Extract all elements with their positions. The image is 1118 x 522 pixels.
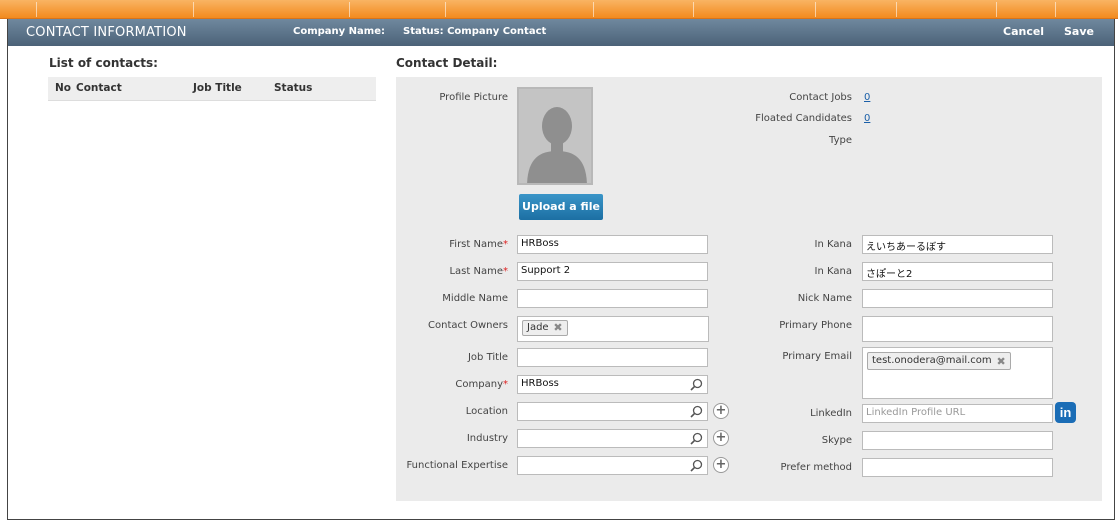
remove-tag-icon[interactable]: ✖ [553,321,562,334]
add-industry-icon[interactable]: + [713,430,729,446]
profile-picture-label: Profile Picture [439,92,508,103]
browser-tab-strip [0,0,1118,19]
floated-candidates-link[interactable]: 0 [864,113,870,124]
first-name-input[interactable]: HRBoss [517,235,708,254]
nick-name-label: Nick Name [797,293,852,304]
contacts-table-header: No Contact Job Title Status [48,77,376,101]
functional-expertise-input[interactable] [517,456,708,475]
add-location-icon[interactable]: + [713,403,729,419]
column-job-title[interactable]: Job Title [193,82,242,94]
prefer-method-label: Prefer method [780,462,852,473]
profile-picture-placeholder[interactable] [517,87,593,185]
company-name-label: Company Name: [293,26,385,37]
skype-input[interactable] [862,431,1053,450]
save-button[interactable]: Save [1064,25,1094,38]
owner-tag: Jade ✖ [522,320,568,336]
industry-label: Industry [466,433,508,444]
linkedin-icon[interactable]: in [1055,402,1076,423]
industry-input[interactable] [517,429,708,448]
upload-file-button[interactable]: Upload a file [519,194,603,220]
person-silhouette-icon [519,89,591,183]
add-functional-expertise-icon[interactable]: + [713,457,729,473]
location-label: Location [465,406,508,417]
contact-jobs-label: Contact Jobs [789,92,852,103]
contact-owners-label: Contact Owners [428,320,508,331]
type-label: Type [829,135,852,146]
nick-name-input[interactable] [862,289,1053,308]
contact-detail-panel: Profile Picture Upload a file Contact Jo… [396,77,1102,501]
job-title-label: Job Title [467,352,508,363]
in-kana-first-label: In Kana [814,239,852,250]
company-input[interactable]: HRBoss [517,375,708,394]
company-label: Company* [455,379,508,390]
linkedin-url-input[interactable]: LinkedIn Profile URL [862,404,1053,423]
status-label: Status: Company Contact [403,26,547,37]
search-icon[interactable] [690,405,703,418]
middle-name-input[interactable] [517,289,708,308]
linkedin-label: LinkedIn [810,408,852,419]
search-icon[interactable] [690,432,703,445]
search-icon[interactable] [690,459,703,472]
prefer-method-input[interactable] [862,458,1053,477]
functional-expertise-label: Functional Expertise [406,460,508,471]
contact-jobs-link[interactable]: 0 [864,92,870,103]
contact-information-window: CONTACT INFORMATION Company Name: Status… [7,19,1115,520]
remove-tag-icon[interactable]: ✖ [996,355,1005,368]
window-header: CONTACT INFORMATION Company Name: Status… [8,19,1114,46]
cancel-button[interactable]: Cancel [1003,25,1044,38]
primary-email-label: Primary Email [782,351,852,362]
middle-name-label: Middle Name [442,293,508,304]
location-input[interactable] [517,402,708,421]
job-title-input[interactable] [517,348,708,367]
in-kana-last-label: In Kana [814,266,852,277]
primary-phone-label: Primary Phone [779,320,852,331]
skype-label: Skype [821,435,852,446]
first-name-label: First Name* [449,239,508,250]
floated-candidates-label: Floated Candidates [755,113,852,124]
column-status[interactable]: Status [274,82,312,94]
email-tag: test.onodera@mail.com ✖ [867,352,1011,370]
search-icon[interactable] [690,378,703,391]
column-contact[interactable]: Contact [76,82,122,94]
list-of-contacts-title: List of contacts: [49,56,158,70]
column-no[interactable]: No [55,82,71,94]
contact-owners-input[interactable]: Jade ✖ [517,316,709,342]
last-name-label: Last Name* [449,266,508,277]
primary-phone-input[interactable] [862,316,1053,342]
in-kana-last-input[interactable]: さぽーと2 [862,262,1053,281]
last-name-input[interactable]: Support 2 [517,262,708,281]
primary-email-input[interactable]: test.onodera@mail.com ✖ [862,347,1053,399]
in-kana-first-input[interactable]: えいちあーるぼす [862,235,1053,254]
contact-detail-title: Contact Detail: [396,56,498,70]
window-title: CONTACT INFORMATION [26,25,187,40]
